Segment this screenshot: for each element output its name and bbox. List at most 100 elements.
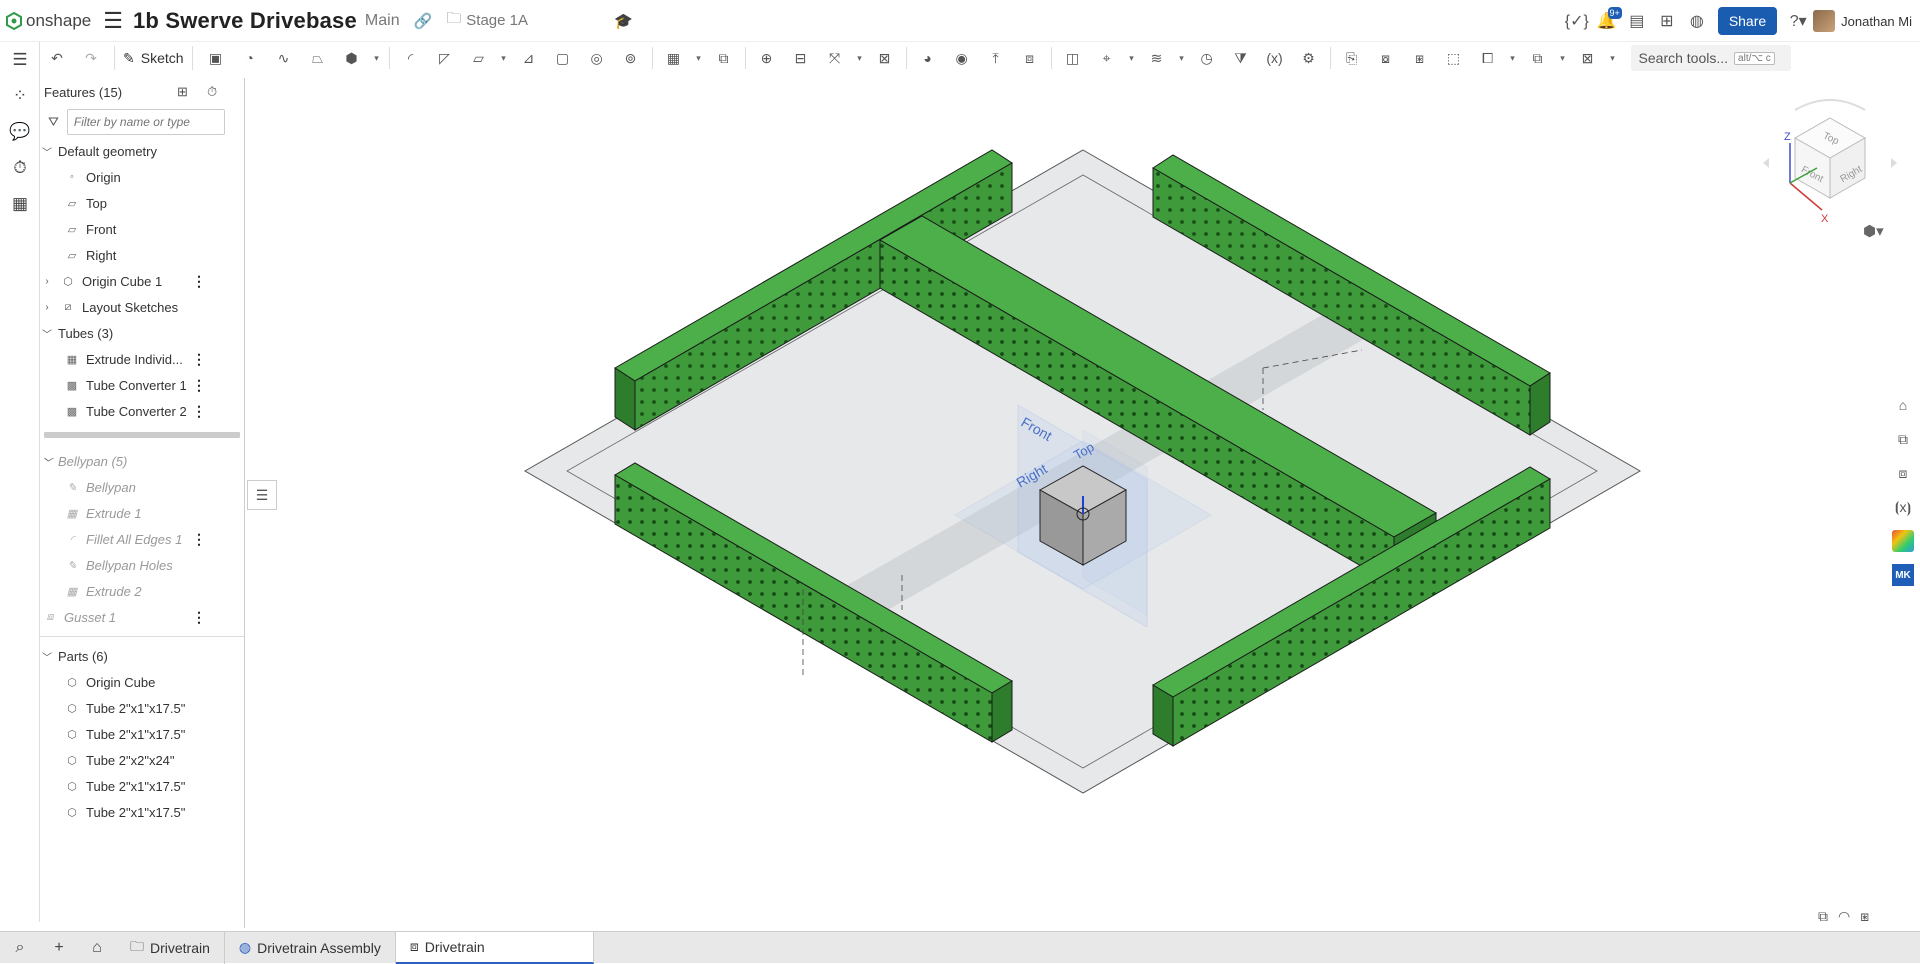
sheet-metal-icon[interactable]: ⎘ xyxy=(1335,44,1369,72)
variables-icon[interactable]: {✓} xyxy=(1562,6,1592,36)
feature-front-plane[interactable]: ▱ Front xyxy=(40,216,244,242)
extrude-icon[interactable]: ▣ xyxy=(199,44,233,72)
onshape-logo[interactable]: onshape xyxy=(6,11,91,31)
user-menu[interactable]: Jonathan Mi xyxy=(1813,10,1912,32)
rollback-bar[interactable] xyxy=(44,432,240,438)
folder-bellypan[interactable]: ﹀ Bellypan (5) xyxy=(40,448,244,474)
variables-table-icon[interactable]: ⦗x⦘ xyxy=(1888,492,1918,522)
draft-icon[interactable]: ⏥ xyxy=(462,44,496,72)
chevron-down-icon[interactable]: ▾ xyxy=(496,44,512,72)
folder-tubes[interactable]: ﹀ Tubes (3) xyxy=(40,320,244,346)
share-button[interactable]: Share xyxy=(1717,7,1778,35)
chevron-down-icon[interactable]: ▾ xyxy=(1124,44,1140,72)
feature-extrude-individual[interactable]: ▦ Extrude Individ... ⋮ xyxy=(40,346,244,372)
part-item[interactable]: ⬡ Tube 2"x1"x17.5" xyxy=(40,799,244,825)
learning-icon[interactable]: ⊞ xyxy=(1652,6,1682,36)
chevron-down-icon[interactable]: ▾ xyxy=(691,44,707,72)
feature-gusset-1[interactable]: ⧈ Gusset 1 ⋮ xyxy=(40,604,244,630)
frame-icon[interactable]: ⚙ xyxy=(1292,44,1326,72)
sketch-button[interactable]: ✎ Sketch xyxy=(114,46,193,70)
section-view-icon[interactable]: ⧉ xyxy=(1818,908,1828,925)
chevron-down-icon[interactable]: ﹀ xyxy=(40,454,54,469)
branch-name[interactable]: Main xyxy=(365,12,400,30)
replace-face-icon[interactable]: ⧈ xyxy=(1013,44,1047,72)
document-title[interactable]: 1b Swerve Drivebase xyxy=(133,8,357,34)
color-app-icon[interactable] xyxy=(1892,530,1914,552)
globe-icon[interactable]: ◍ xyxy=(1682,6,1712,36)
feature-bellypan-holes[interactable]: ✎ Bellypan Holes xyxy=(40,552,244,578)
chevron-right-icon[interactable]: › xyxy=(40,302,54,313)
feature-layout-sketches[interactable]: › ⧄ Layout Sketches xyxy=(40,294,244,320)
custom-feature-icon[interactable]: ⊠ xyxy=(1571,44,1605,72)
form-icon[interactable]: ⧠ xyxy=(1471,44,1505,72)
feature-extrude-1[interactable]: ▦ Extrude 1 xyxy=(40,500,244,526)
feature-tube-converter-1[interactable]: ▩ Tube Converter 1 ⋮ xyxy=(40,372,244,398)
chevron-down-icon[interactable]: ▾ xyxy=(1555,44,1571,72)
feature-bellypan-sketch[interactable]: ✎ Bellypan xyxy=(40,474,244,500)
bend-icon[interactable]: ⬚ xyxy=(1437,44,1471,72)
bom-icon[interactable]: ▦ xyxy=(0,186,40,222)
pattern-icon[interactable]: ▦ xyxy=(657,44,691,72)
flat-view-icon[interactable]: ⧉ xyxy=(1521,44,1555,72)
mk-app-icon[interactable]: MK xyxy=(1892,564,1914,586)
education-cap-icon[interactable]: 🎓 xyxy=(614,12,633,30)
folder-breadcrumb[interactable]: 🗀 Stage 1A xyxy=(446,8,528,33)
notifications-bell-icon[interactable]: 🔔 9+ xyxy=(1592,6,1622,36)
fillet-icon[interactable]: ◜ xyxy=(394,44,428,72)
configured-dots-icon[interactable]: ⋮ xyxy=(192,531,206,548)
tab-icon[interactable]: ⧆ xyxy=(1403,44,1437,72)
rollback-timer-icon[interactable]: ⏱ xyxy=(207,84,217,100)
modify-fillet-icon[interactable]: ◕ xyxy=(911,44,945,72)
delete-face-icon[interactable]: ◉ xyxy=(945,44,979,72)
section-icon[interactable]: ⧩ xyxy=(1224,44,1258,72)
drawing-icon[interactable]: ⧆ xyxy=(1860,908,1869,925)
part-item[interactable]: ⬡ Tube 2"x2"x24" xyxy=(40,747,244,773)
part-item[interactable]: ⬡ Tube 2"x1"x17.5" xyxy=(40,773,244,799)
part-item[interactable]: ⬡ Origin Cube xyxy=(40,669,244,695)
chevron-down-icon[interactable]: ▾ xyxy=(852,44,868,72)
undo-icon[interactable]: ↶ xyxy=(40,44,74,72)
help-icon[interactable]: ?▾ xyxy=(1783,6,1813,36)
helix-icon[interactable]: ≋ xyxy=(1140,44,1174,72)
tab-drivetrain-assembly[interactable]: ◍ Drivetrain Assembly xyxy=(225,931,396,964)
part-item[interactable]: ⬡ Tube 2"x1"x17.5" xyxy=(40,721,244,747)
mirror-icon[interactable]: ⧉ xyxy=(707,44,741,72)
hole-icon[interactable]: ◎ xyxy=(580,44,614,72)
link-icon[interactable]: 🔗 xyxy=(414,12,433,30)
chevron-down-icon[interactable]: ﹀ xyxy=(40,326,54,341)
comments-icon[interactable]: 💬 xyxy=(0,114,40,150)
chevron-down-icon[interactable]: ▾ xyxy=(1605,44,1621,72)
home-icon[interactable]: ⌂ xyxy=(78,932,116,964)
appearance-icon[interactable]: ⌂ xyxy=(1888,390,1918,420)
measure-icon[interactable]: ◷ xyxy=(1190,44,1224,72)
configured-dots-icon[interactable]: ⋮ xyxy=(192,403,206,420)
thicken-icon[interactable]: ⬢ xyxy=(335,44,369,72)
chevron-down-icon[interactable]: ﹀ xyxy=(40,144,54,159)
filter-input[interactable] xyxy=(66,109,225,135)
app-store-icon[interactable]: ▤ xyxy=(1622,6,1652,36)
render-mode-icon[interactable]: ◠ xyxy=(1838,908,1850,925)
configurations-icon[interactable]: ⧉ xyxy=(1888,424,1918,454)
tab-drivetrain-folder[interactable]: 🗀 Drivetrain xyxy=(116,931,225,964)
feature-list-icon[interactable]: ☰ xyxy=(0,42,40,78)
configured-dots-icon[interactable]: ⋮ xyxy=(192,609,206,626)
graphics-viewport[interactable]: Front Top Right xyxy=(245,78,1885,926)
part-item[interactable]: ⬡ Tube 2"x1"x17.5" xyxy=(40,695,244,721)
configured-dots-icon[interactable]: ⋮ xyxy=(192,351,206,368)
history-icon[interactable]: ⏱ xyxy=(0,150,40,186)
redo-icon[interactable]: ↷ xyxy=(74,44,108,72)
mass-properties-icon[interactable]: ⧈ xyxy=(1888,458,1918,488)
flange-icon[interactable]: ⧇ xyxy=(1369,44,1403,72)
revolve-icon[interactable]: ◔ xyxy=(233,44,267,72)
feature-origin[interactable]: ◦ Origin xyxy=(40,164,244,190)
search-tabs-icon[interactable]: ⌕ xyxy=(0,932,40,964)
chamfer-icon[interactable]: ◸ xyxy=(428,44,462,72)
plane-icon[interactable]: ◫ xyxy=(1056,44,1090,72)
feature-top-plane[interactable]: ▱ Top xyxy=(40,190,244,216)
feature-tube-converter-2[interactable]: ▩ Tube Converter 2 ⋮ xyxy=(40,398,244,424)
rib-icon[interactable]: ⊿ xyxy=(512,44,546,72)
variable-icon[interactable]: (x) xyxy=(1258,44,1292,72)
chevron-down-icon[interactable]: ﹀ xyxy=(40,649,54,664)
move-face-icon[interactable]: ⤒ xyxy=(979,44,1013,72)
chevron-down-icon[interactable]: ▾ xyxy=(369,44,385,72)
